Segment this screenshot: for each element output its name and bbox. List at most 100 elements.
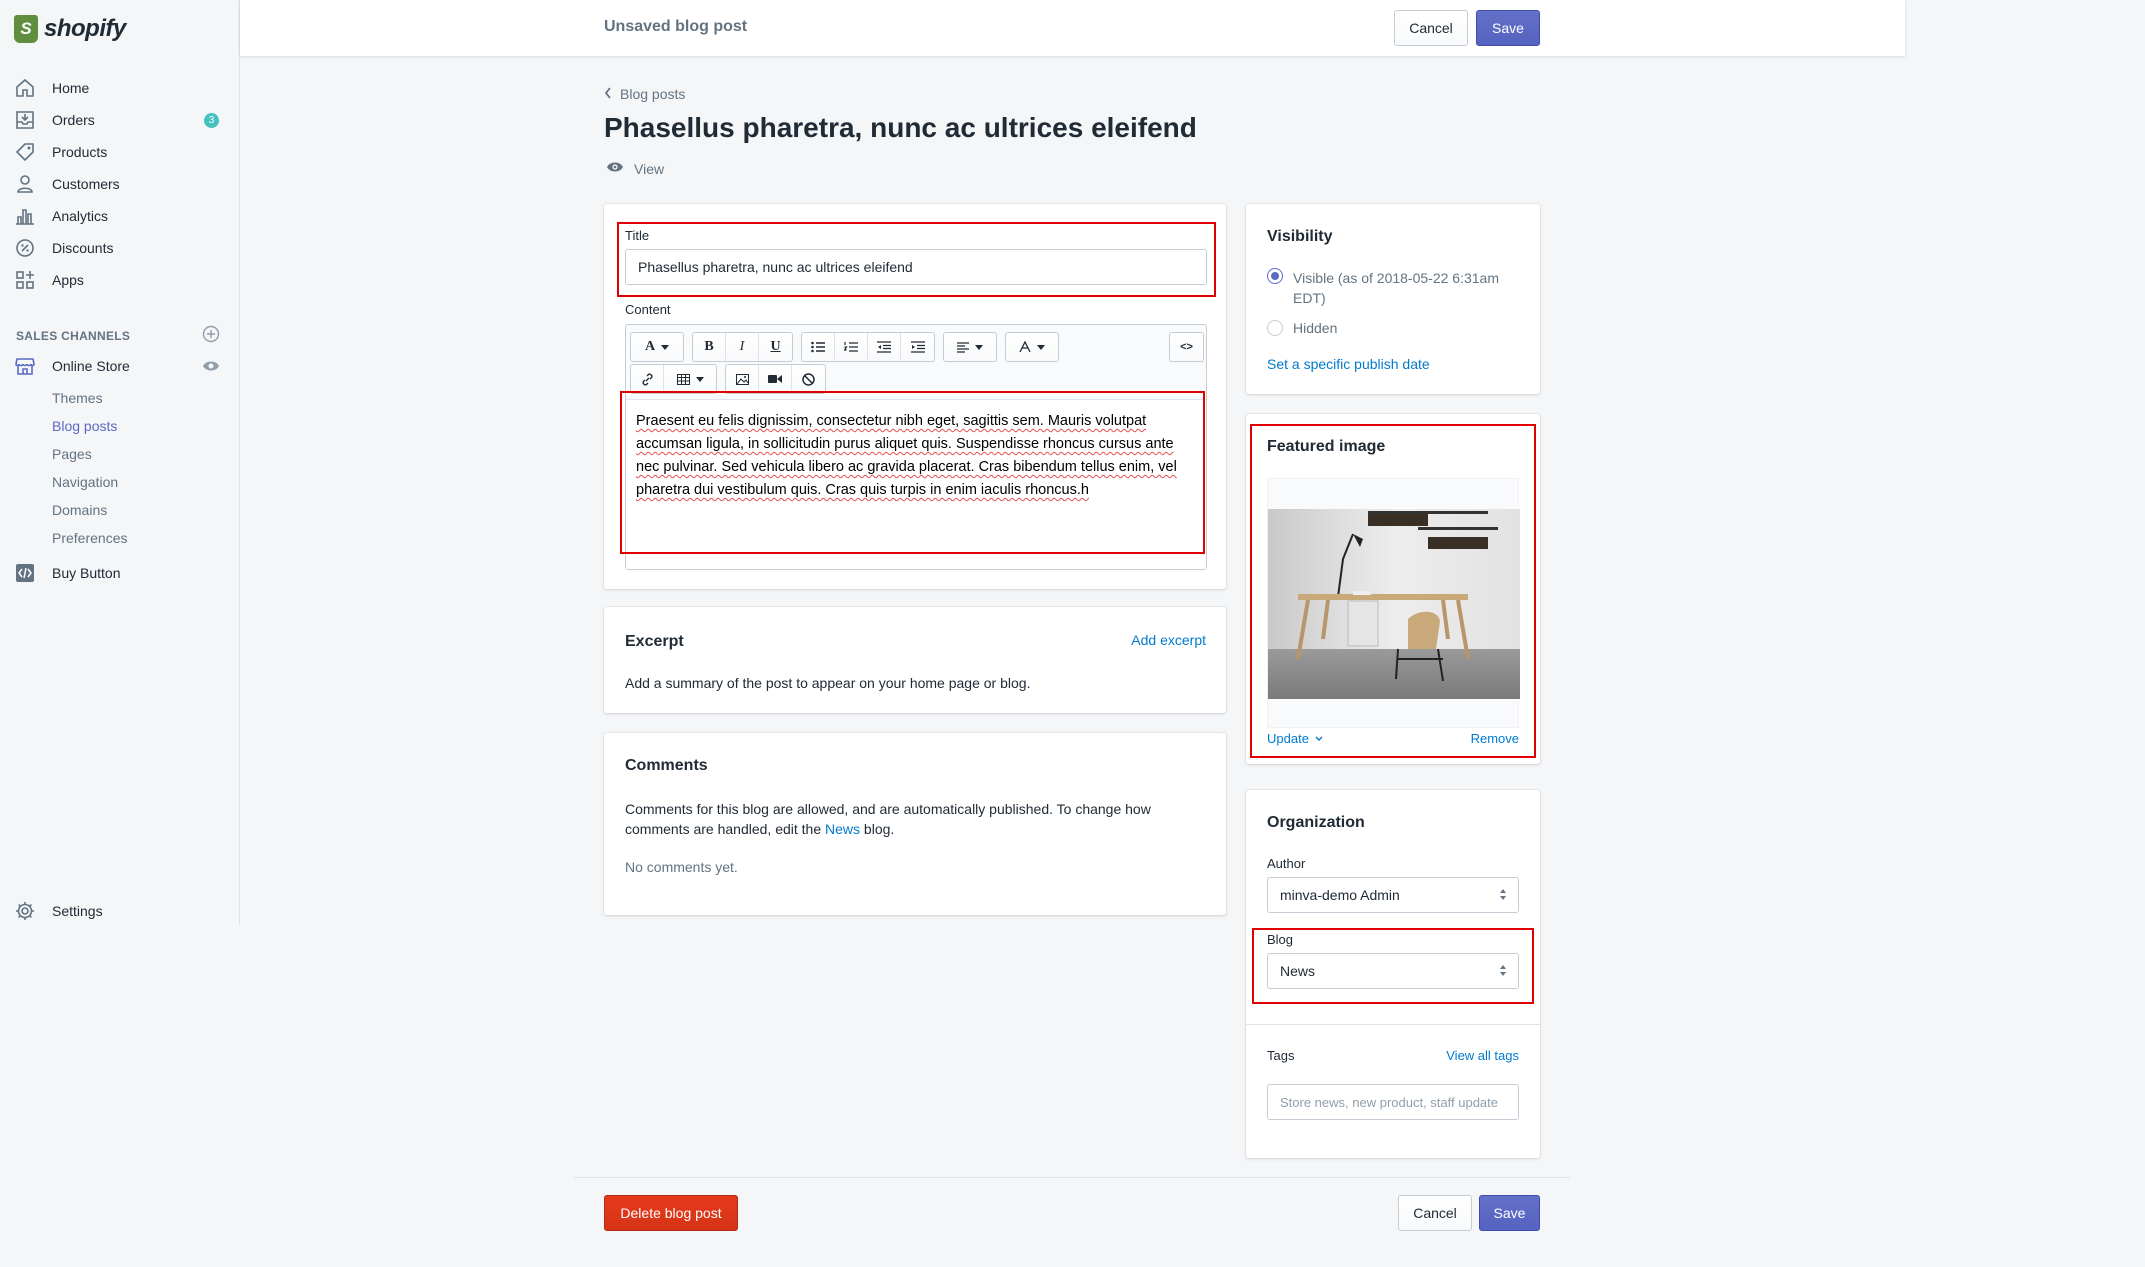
- hidden-option[interactable]: Hidden: [1267, 320, 1337, 336]
- featured-image-heading: Featured image: [1267, 438, 1386, 455]
- apps-icon: [14, 269, 36, 291]
- sidebar-item-analytics[interactable]: Analytics: [0, 200, 240, 232]
- underline-button[interactable]: U: [759, 333, 792, 361]
- view-link[interactable]: View: [606, 160, 664, 177]
- sidebar-item-label: Analytics: [52, 208, 109, 224]
- footer-cancel-button[interactable]: Cancel: [1398, 1195, 1472, 1231]
- link-button[interactable]: [631, 365, 664, 393]
- insert-video-button[interactable]: [759, 365, 792, 393]
- indent-button[interactable]: [901, 333, 934, 361]
- title-input[interactable]: Phasellus pharetra, nunc ac ultrices ele…: [625, 249, 1207, 285]
- eye-icon[interactable]: [202, 357, 220, 378]
- content-label: Content: [625, 302, 671, 317]
- breadcrumb-link[interactable]: Blog posts: [620, 86, 685, 102]
- footer-save-button[interactable]: Save: [1479, 1195, 1540, 1231]
- sidebar-item-label: Online Store: [52, 358, 130, 374]
- sidebar-item-customers[interactable]: Customers: [0, 168, 240, 200]
- outdent-button[interactable]: [868, 333, 901, 361]
- video-icon: [768, 375, 782, 383]
- remove-image-button[interactable]: Remove: [1471, 731, 1519, 746]
- italic-button[interactable]: I: [726, 333, 759, 361]
- media-group: [725, 364, 826, 394]
- visible-radio[interactable]: [1267, 268, 1283, 284]
- publish-date-link[interactable]: Set a specific publish date: [1267, 356, 1430, 372]
- add-channel-icon[interactable]: [202, 325, 220, 346]
- settings-row[interactable]: Settings: [0, 895, 240, 927]
- sidebar-item-online-store[interactable]: Online Store: [0, 350, 240, 382]
- tag-icon: [14, 141, 36, 163]
- font-group: A: [630, 332, 684, 362]
- color-group: [1005, 332, 1059, 362]
- hidden-radio[interactable]: [1267, 320, 1283, 336]
- sidebar-item-settings[interactable]: Settings: [0, 895, 240, 927]
- delete-blog-post-button[interactable]: Delete blog post: [604, 1195, 738, 1231]
- sales-channels-label: SALES CHANNELS: [16, 328, 131, 343]
- editor-body[interactable]: Praesent eu felis dignissim, consectetur…: [626, 399, 1206, 569]
- sidebar-item-blog-posts[interactable]: Blog posts: [52, 412, 127, 440]
- sidebar-item-pages[interactable]: Pages: [52, 440, 127, 468]
- list-group: [801, 332, 935, 362]
- align-button[interactable]: [944, 333, 996, 361]
- sidebar-item-home[interactable]: Home: [0, 72, 240, 104]
- sidebar-item-preferences[interactable]: Preferences: [52, 524, 127, 552]
- table-button[interactable]: [664, 365, 716, 393]
- chevron-down-icon: [1315, 736, 1323, 741]
- clear-format-button[interactable]: [792, 365, 825, 393]
- sidebar-item-apps[interactable]: Apps: [0, 264, 240, 296]
- chevron-down-icon: [975, 344, 983, 350]
- news-blog-link[interactable]: News: [825, 821, 860, 837]
- font-style-button[interactable]: A: [631, 333, 683, 361]
- sidebar-item-themes[interactable]: Themes: [52, 384, 127, 412]
- content-text: Praesent eu felis dignissim, consectetur…: [636, 413, 1177, 498]
- select-arrows-icon: [1500, 965, 1506, 976]
- sidebar-item-discounts[interactable]: Discounts: [0, 232, 240, 264]
- add-excerpt-link[interactable]: Add excerpt: [1131, 632, 1206, 648]
- underline-glyph: U: [770, 339, 781, 354]
- sidebar-item-orders[interactable]: Orders 3: [0, 104, 240, 136]
- sidebar-item-products[interactable]: Products: [0, 136, 240, 168]
- online-store-subnav: Themes Blog posts Pages Navigation Domai…: [52, 384, 127, 552]
- sidebar-item-domains[interactable]: Domains: [52, 496, 127, 524]
- author-select[interactable]: minva-demo Admin: [1267, 877, 1519, 913]
- bullet-list-icon: [811, 341, 825, 353]
- save-button[interactable]: Save: [1476, 10, 1540, 46]
- sidebar-item-label: Buy Button: [52, 565, 121, 581]
- breadcrumb[interactable]: Blog posts: [604, 86, 685, 102]
- numbered-list-button[interactable]: [835, 333, 868, 361]
- editor-toolbar-row-1: A B I U: [630, 332, 1059, 362]
- cancel-button[interactable]: Cancel: [1394, 10, 1468, 46]
- bold-button[interactable]: B: [693, 333, 726, 361]
- author-label: Author: [1267, 856, 1306, 871]
- buy-button-row[interactable]: Buy Button: [0, 557, 240, 589]
- insert-image-button[interactable]: [726, 365, 759, 393]
- sales-channels-heading: SALES CHANNELS: [16, 325, 220, 346]
- numbered-list-icon: [844, 342, 858, 352]
- online-store-row[interactable]: Online Store: [0, 350, 240, 382]
- author-value: minva-demo Admin: [1280, 887, 1400, 903]
- sidebar-item-label: Customers: [52, 176, 120, 192]
- code-group: <>: [1169, 332, 1204, 362]
- align-left-icon: [957, 341, 969, 353]
- update-image-button[interactable]: Update: [1267, 731, 1323, 746]
- sidebar-item-navigation[interactable]: Navigation: [52, 468, 127, 496]
- orders-count-badge: 3: [204, 113, 219, 128]
- title-label: Title: [625, 228, 650, 243]
- blog-value: News: [1280, 963, 1316, 979]
- featured-image-photo: [1268, 509, 1520, 699]
- view-label: View: [634, 160, 665, 177]
- sidebar-item-buy-button[interactable]: Buy Button: [0, 557, 240, 589]
- bullet-list-button[interactable]: [802, 333, 835, 361]
- shopify-bag-icon: [14, 15, 38, 43]
- blog-select[interactable]: News: [1267, 953, 1519, 989]
- visible-option[interactable]: Visible (as of 2018-05-22 6:31am EDT): [1267, 268, 1517, 308]
- tags-input[interactable]: Store news, new product, staff update: [1267, 1084, 1519, 1120]
- text-color-button[interactable]: [1006, 333, 1058, 361]
- shopify-logo[interactable]: shopify: [14, 12, 126, 46]
- organization-divider: [1246, 1024, 1540, 1025]
- show-html-button[interactable]: <>: [1170, 333, 1203, 361]
- hidden-label: Hidden: [1293, 320, 1338, 336]
- bar-chart-icon: [14, 205, 36, 227]
- format-group: B I U: [692, 332, 793, 362]
- view-all-tags-link[interactable]: View all tags: [1446, 1048, 1519, 1063]
- featured-image-frame[interactable]: [1267, 478, 1520, 728]
